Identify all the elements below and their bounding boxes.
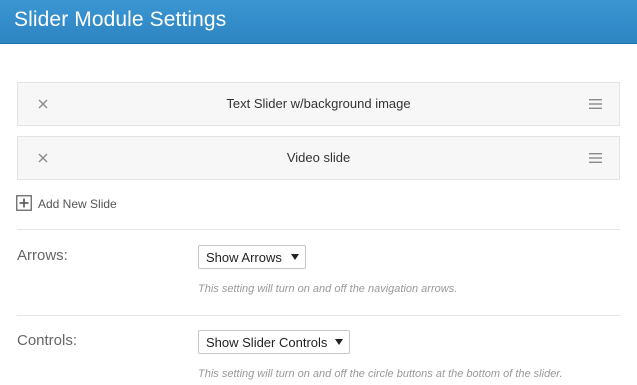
hamburger-drag-icon[interactable] <box>589 98 602 110</box>
page-title: Slider Module Settings <box>14 8 227 31</box>
settings-header: Slider Module Settings <box>0 0 637 44</box>
plus-box-icon[interactable] <box>16 195 32 211</box>
controls-label: Controls: <box>17 332 78 349</box>
caret-down-icon[interactable] <box>335 339 343 345</box>
controls-select-value[interactable]: Show Slider Controls <box>206 335 327 350</box>
arrows-label: Arrows: <box>17 247 68 264</box>
arrows-select-value[interactable]: Show Arrows <box>206 250 282 265</box>
hamburger-drag-icon[interactable] <box>589 152 602 164</box>
slide-title[interactable]: Video slide <box>18 150 619 165</box>
slide-row[interactable]: Text Slider w/background image <box>17 82 620 126</box>
slide-title[interactable]: Text Slider w/background image <box>18 96 619 111</box>
controls-select[interactable]: Show Slider Controls <box>198 330 350 354</box>
controls-help-text: This setting will turn on and off the ci… <box>198 368 563 380</box>
arrows-help-text: This setting will turn on and off the na… <box>198 283 458 295</box>
arrows-select[interactable]: Show Arrows <box>198 245 306 269</box>
divider <box>17 229 620 230</box>
caret-down-icon[interactable] <box>291 254 299 260</box>
divider <box>17 315 620 316</box>
slide-row[interactable]: Video slide <box>17 136 620 180</box>
add-new-slide-label[interactable]: Add New Slide <box>38 197 117 211</box>
